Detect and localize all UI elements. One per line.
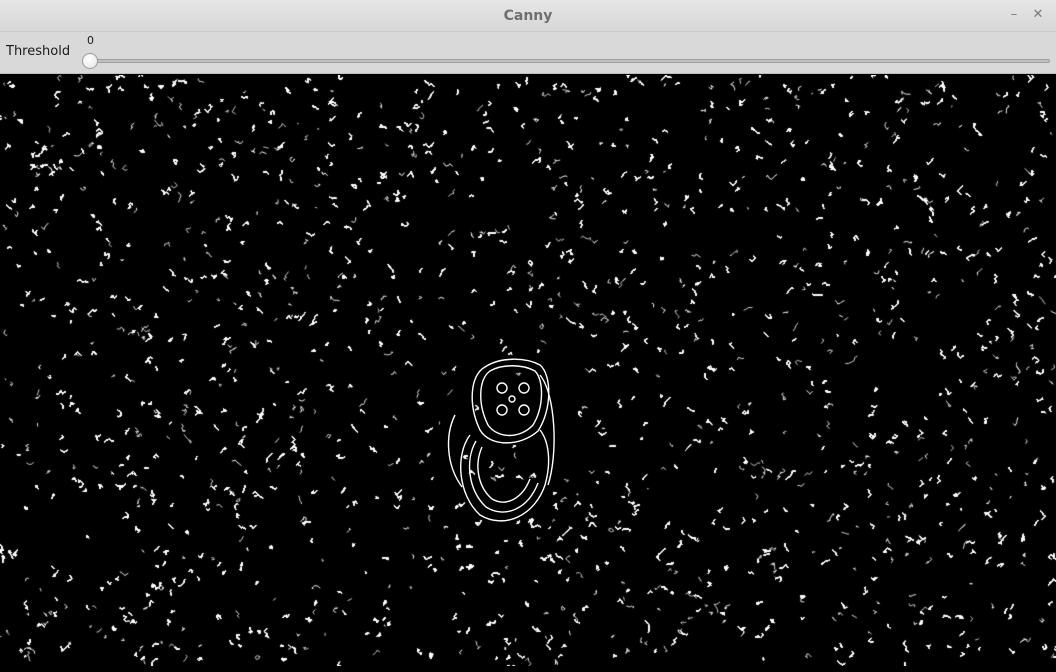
threshold-label: Threshold [6,44,71,59]
edge-object-overlay [447,358,555,522]
threshold-slider-track[interactable] [84,59,1050,63]
window-title: Canny [503,8,553,24]
minimize-icon[interactable]: – [1006,7,1022,23]
trackbar-panel: Threshold 0 [0,32,1056,74]
edge-map-image [0,75,1056,666]
canny-window: Canny – ✕ Threshold 0 [0,0,1056,672]
threshold-slider-handle[interactable] [82,53,98,69]
close-icon[interactable]: ✕ [1030,7,1046,23]
threshold-value: 0 [87,34,94,47]
title-bar[interactable]: Canny – ✕ [0,0,1056,32]
